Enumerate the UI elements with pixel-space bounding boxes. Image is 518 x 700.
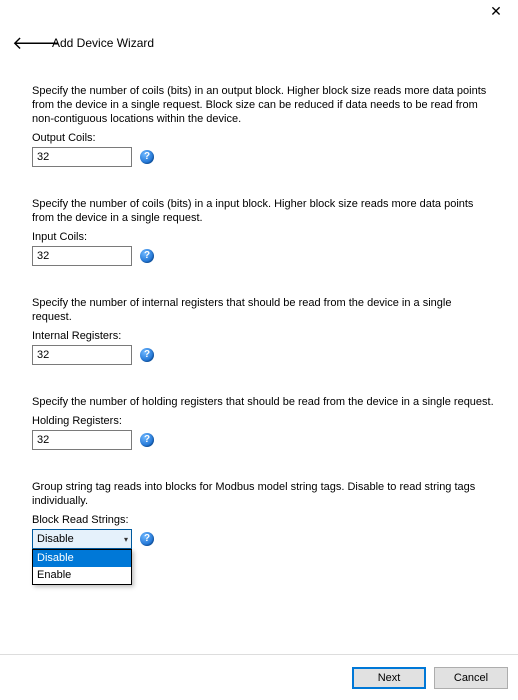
internal-registers-row: ? [32, 345, 494, 365]
wizard-window: ✕ 🡐 Add Device Wizard Specify the number… [0, 0, 518, 700]
input-coils-desc: Specify the number of coils (bits) in a … [32, 197, 494, 225]
internal-registers-input[interactable] [32, 345, 132, 365]
holding-registers-row: ? [32, 430, 494, 450]
help-icon[interactable]: ? [140, 348, 154, 362]
internal-registers-desc: Specify the number of internal registers… [32, 296, 494, 324]
back-arrow-icon[interactable]: 🡐 [12, 34, 32, 52]
output-coils-group: Specify the number of coils (bits) in an… [32, 84, 494, 167]
titlebar: ✕ [0, 0, 518, 28]
cancel-button[interactable]: Cancel [434, 667, 508, 689]
help-icon[interactable]: ? [140, 532, 154, 546]
holding-registers-group: Specify the number of holding registers … [32, 395, 494, 450]
input-coils-group: Specify the number of coils (bits) in a … [32, 197, 494, 266]
output-coils-row: ? [32, 147, 494, 167]
output-coils-desc: Specify the number of coils (bits) in an… [32, 84, 494, 126]
footer: Next Cancel [0, 654, 518, 700]
block-read-strings-label: Block Read Strings: [32, 514, 494, 526]
help-icon[interactable]: ? [140, 150, 154, 164]
internal-registers-label: Internal Registers: [32, 330, 494, 342]
page-title: Add Device Wizard [52, 36, 154, 50]
dropdown-display[interactable]: Disable ▾ [32, 529, 132, 549]
block-read-strings-group: Group string tag reads into blocks for M… [32, 480, 494, 549]
block-read-strings-row: Disable ▾ Disable Enable ? [32, 529, 494, 549]
help-icon[interactable]: ? [140, 249, 154, 263]
output-coils-label: Output Coils: [32, 132, 494, 144]
content-area: Specify the number of coils (bits) in an… [0, 58, 518, 654]
block-read-strings-desc: Group string tag reads into blocks for M… [32, 480, 494, 508]
chevron-down-icon: ▾ [124, 535, 128, 544]
dropdown-selected-text: Disable [37, 533, 74, 545]
dropdown-list: Disable Enable [32, 549, 132, 585]
output-coils-input[interactable] [32, 147, 132, 167]
next-button[interactable]: Next [352, 667, 426, 689]
input-coils-row: ? [32, 246, 494, 266]
header: 🡐 Add Device Wizard [0, 28, 518, 58]
holding-registers-input[interactable] [32, 430, 132, 450]
block-read-strings-dropdown[interactable]: Disable ▾ Disable Enable [32, 529, 132, 549]
holding-registers-label: Holding Registers: [32, 415, 494, 427]
internal-registers-group: Specify the number of internal registers… [32, 296, 494, 365]
dropdown-option-disable[interactable]: Disable [33, 550, 131, 567]
input-coils-label: Input Coils: [32, 231, 494, 243]
holding-registers-desc: Specify the number of holding registers … [32, 395, 494, 409]
dropdown-option-enable[interactable]: Enable [33, 567, 131, 584]
input-coils-input[interactable] [32, 246, 132, 266]
close-icon[interactable]: ✕ [486, 4, 506, 24]
help-icon[interactable]: ? [140, 433, 154, 447]
